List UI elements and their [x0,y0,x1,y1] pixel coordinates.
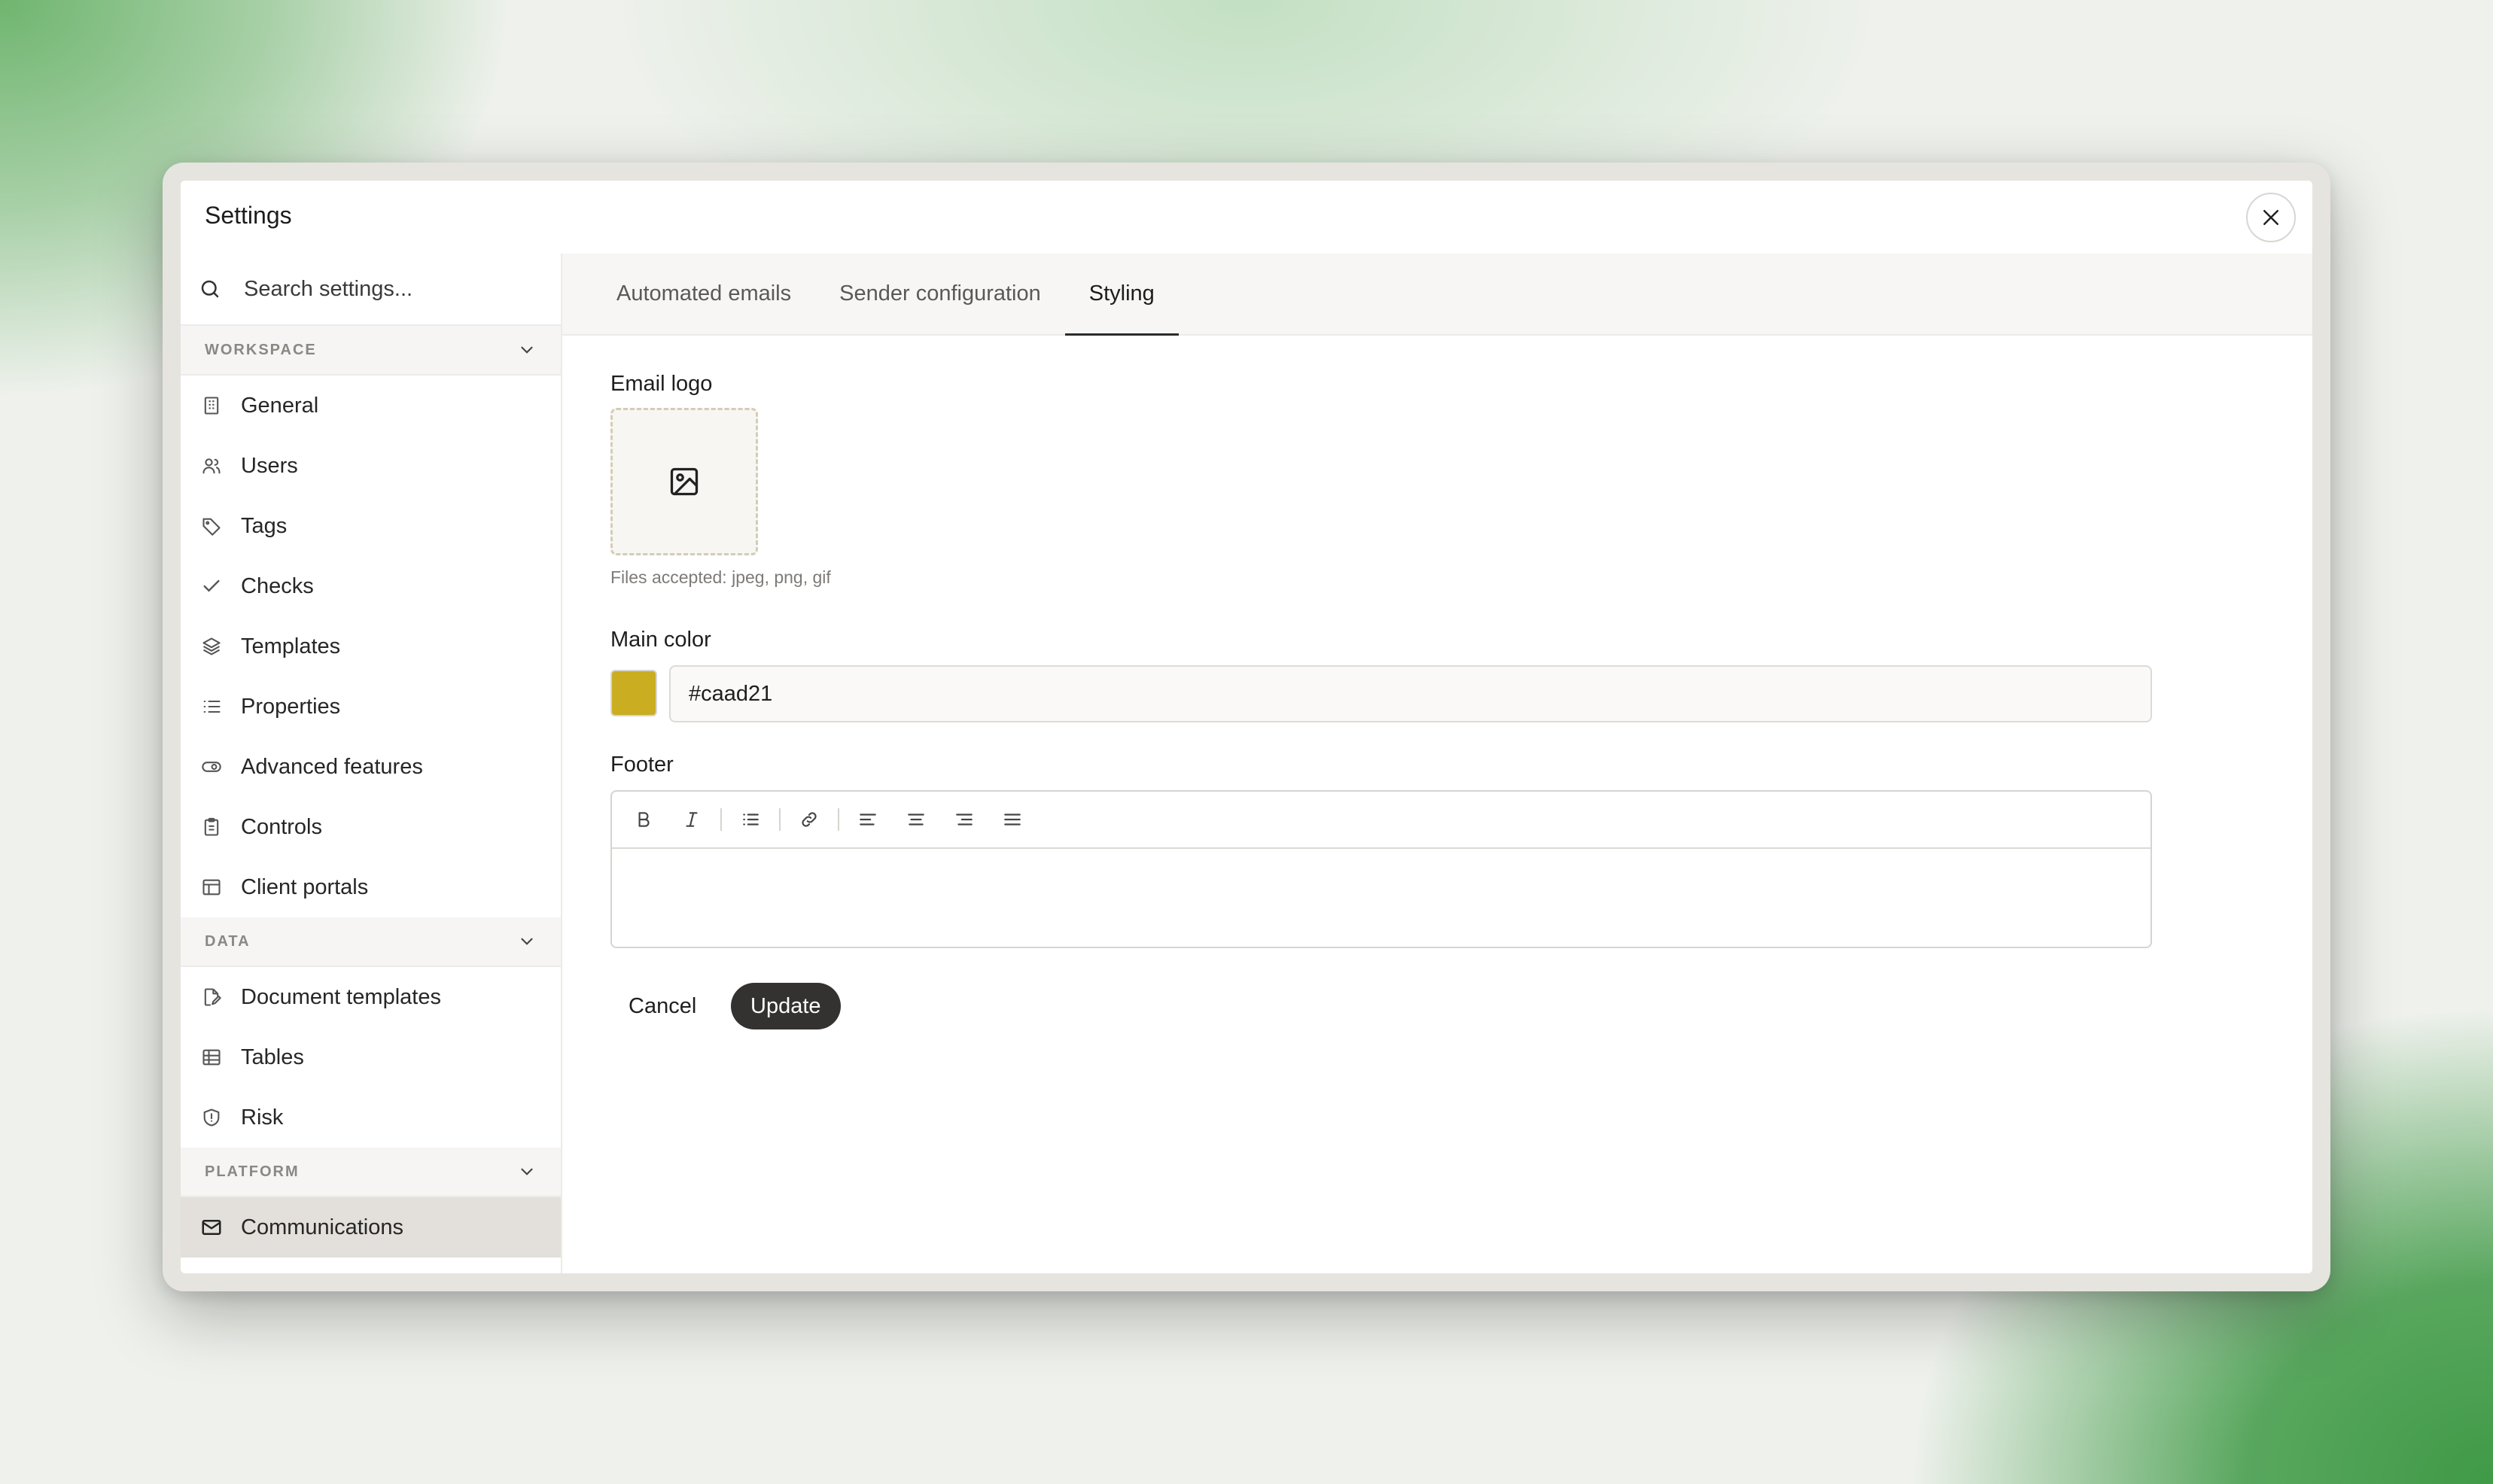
toggle-icon [199,754,224,780]
search-input[interactable] [242,275,531,303]
editor-toolbar [612,792,2151,849]
sidebar-item-users[interactable]: Users [181,436,561,496]
sidebar-item-label: Tables [241,1045,304,1069]
sidebar-item-general[interactable]: General [181,376,561,436]
section-header-data[interactable]: DATA [181,917,561,967]
list-icon [199,694,224,719]
chevron-down-icon [517,932,537,951]
sidebar-item-label: Communications [241,1215,403,1239]
building-icon [199,393,224,418]
sidebar-item-label: Client portals [241,874,369,899]
sidebar-item-client-portals[interactable]: Client portals [181,857,561,917]
section-label: PLATFORM [205,1163,300,1180]
tab-sender-configuration[interactable]: Sender configuration [815,254,1065,334]
sidebar-item-document-templates[interactable]: Document templates [181,967,561,1027]
link-button[interactable] [790,800,829,839]
chevron-down-icon [517,1162,537,1181]
main-color-label: Main color [610,628,711,652]
tag-icon [199,513,224,539]
sidebar-item-label: Templates [241,634,341,658]
main-color-input[interactable] [669,665,2152,722]
settings-sidebar: WORKSPACE General Users Tags Checks [181,254,562,1273]
align-left-icon [858,810,878,829]
email-logo-label: Email logo [610,372,713,396]
sidebar-item-checks[interactable]: Checks [181,556,561,616]
italic-button[interactable] [672,800,711,839]
bullet-list-icon [741,810,760,829]
shield-icon [199,1105,224,1130]
color-swatch[interactable] [610,670,657,716]
footer-label: Footer [610,753,674,777]
clipboard-icon [199,814,224,840]
modal-header: Settings [181,181,2312,255]
logo-upload-dropzone[interactable] [610,408,758,555]
image-icon [668,465,701,498]
sidebar-item-label: Risk [241,1105,284,1130]
toolbar-divider [779,808,781,831]
update-button[interactable]: Update [731,983,841,1029]
tab-bar: Automated emails Sender configuration St… [562,254,2312,336]
sidebar-item-label: Tags [241,513,288,538]
sidebar-item-tags[interactable]: Tags [181,496,561,556]
section-label: DATA [205,932,251,950]
section-label: WORKSPACE [205,341,317,358]
align-justify-icon [1003,810,1022,829]
align-right-button[interactable] [945,800,984,839]
files-accepted-hint: Files accepted: jpeg, png, gif [610,567,831,587]
sidebar-item-risk[interactable]: Risk [181,1087,561,1148]
sidebar-item-label: Advanced features [241,754,423,779]
sidebar-item-properties[interactable]: Properties [181,677,561,737]
sidebar-search [181,254,561,326]
settings-modal: Settings WORKSPACE General [181,181,2312,1273]
align-right-icon [954,810,974,829]
section-header-platform[interactable]: PLATFORM [181,1148,561,1197]
section-header-workspace[interactable]: WORKSPACE [181,326,561,376]
sidebar-item-label: Checks [241,573,314,598]
sidebar-item-advanced-features[interactable]: Advanced features [181,737,561,797]
tab-automated-emails[interactable]: Automated emails [592,254,815,334]
italic-icon [682,810,702,829]
users-icon [199,453,224,479]
bold-button[interactable] [624,800,663,839]
link-icon [799,810,819,829]
footer-text-area[interactable] [612,849,2151,947]
sidebar-item-templates[interactable]: Templates [181,616,561,677]
cancel-button[interactable]: Cancel [610,983,714,1029]
sidebar-item-communications[interactable]: Communications [181,1197,561,1257]
chevron-down-icon [517,340,537,360]
bullet-list-button[interactable] [731,800,770,839]
sidebar-item-label: Document templates [241,984,441,1009]
sidebar-item-label: Properties [241,694,341,719]
close-button[interactable] [2246,193,2296,242]
align-left-button[interactable] [848,800,887,839]
sidebar-item-label: General [241,393,319,418]
toolbar-divider [838,808,839,831]
footer-editor [610,790,2152,948]
align-center-button[interactable] [896,800,936,839]
bold-icon [634,810,653,829]
mail-icon [199,1215,224,1240]
tab-styling[interactable]: Styling [1064,254,1179,336]
sidebar-item-label: Users [241,453,298,478]
check-icon [199,573,224,599]
sidebar-item-tables[interactable]: Tables [181,1027,561,1087]
close-icon [2260,206,2282,229]
sidebar-item-controls[interactable]: Controls [181,797,561,857]
file-edit-icon [199,984,224,1010]
sidebar-item-label: Controls [241,814,322,839]
settings-dialog-frame: Settings WORKSPACE General [163,163,2330,1291]
align-center-icon [906,810,926,829]
search-icon [199,278,221,300]
modal-title: Settings [205,202,292,229]
layout-icon [199,874,224,900]
toolbar-divider [720,808,722,831]
align-justify-button[interactable] [993,800,1032,839]
settings-main-panel: Automated emails Sender configuration St… [562,254,2312,1273]
table-icon [199,1045,224,1070]
layers-icon [199,634,224,659]
